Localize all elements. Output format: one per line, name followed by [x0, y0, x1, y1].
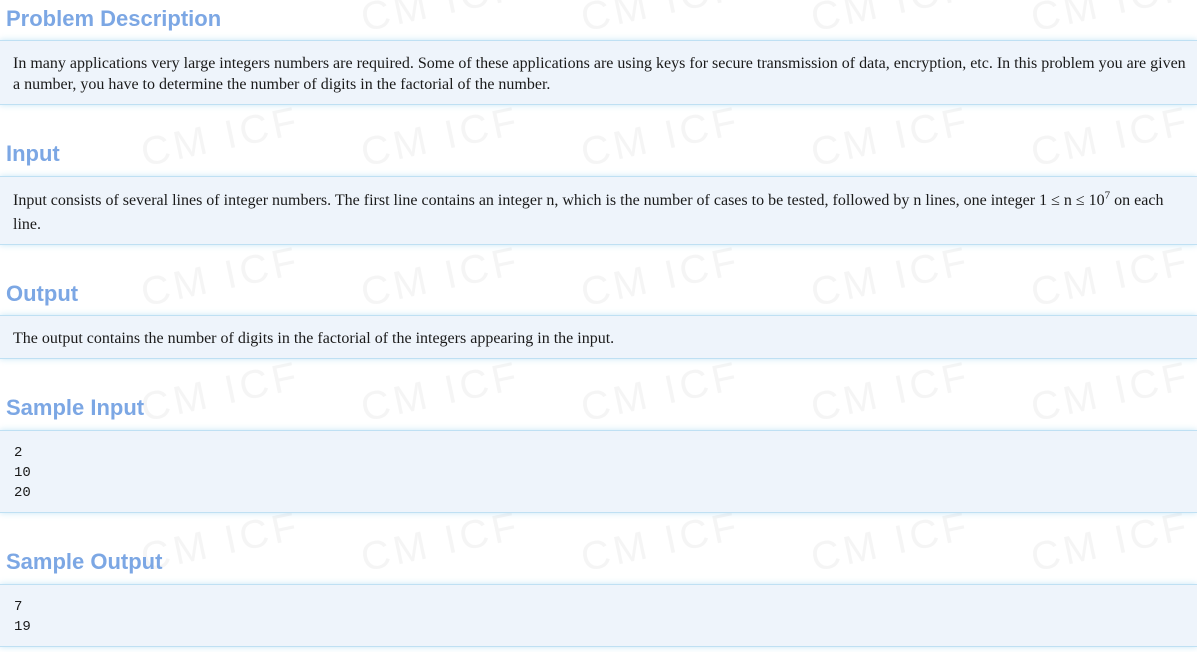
watermark: CM ICF	[1027, 503, 1195, 581]
watermark: CM ICF	[357, 238, 525, 316]
watermark: CM ICF	[137, 238, 305, 316]
input-text: Input consists of several lines of integ…	[13, 189, 1189, 237]
input-text-part1: Input consists of several lines of integ…	[13, 192, 1105, 209]
sample-output-line: 7	[14, 599, 23, 615]
description-panel: In many applications very large integers…	[0, 40, 1197, 105]
sample-output-line: 19	[14, 619, 31, 635]
sample-input-panel: 2 10 20	[0, 430, 1197, 513]
watermark: CM ICF	[577, 353, 745, 431]
watermark: CM ICF	[357, 353, 525, 431]
watermark: CM ICF	[807, 353, 975, 431]
watermark: CM ICF	[807, 0, 975, 41]
sample-input-line: 20	[14, 485, 31, 501]
watermark: CM ICF	[807, 503, 975, 581]
watermark: CM ICF	[807, 98, 975, 176]
watermark: CM ICF	[1027, 0, 1195, 41]
watermark: CM ICF	[357, 503, 525, 581]
watermark: CM ICF	[357, 98, 525, 176]
watermark: CM ICF	[807, 238, 975, 316]
output-panel: The output contains the number of digits…	[0, 315, 1197, 359]
sample-output-panel: 7 19	[0, 584, 1197, 647]
watermark: CM ICF	[1027, 238, 1195, 316]
sample-input-line: 2	[14, 445, 23, 461]
watermark: CM ICF	[137, 353, 305, 431]
description-heading: Problem Description	[6, 6, 222, 31]
watermark: CM ICF	[357, 0, 525, 41]
watermark: CM ICF	[577, 503, 745, 581]
watermark: CM ICF	[137, 98, 305, 176]
watermark: CM ICF	[577, 98, 745, 176]
input-panel: Input consists of several lines of integ…	[0, 176, 1197, 245]
sample-input-heading: Sample Input	[6, 395, 145, 420]
watermark: CM ICF	[577, 238, 745, 316]
sample-output-heading: Sample Output	[6, 549, 163, 574]
input-heading: Input	[6, 141, 60, 166]
watermark: CM ICF	[577, 0, 745, 41]
output-text: The output contains the number of digits…	[13, 330, 615, 347]
output-heading: Output	[6, 281, 79, 306]
description-text: In many applications very large integers…	[13, 55, 1186, 93]
watermark: CM ICF	[1027, 353, 1195, 431]
watermark: CM ICF	[1027, 98, 1195, 176]
sample-input-line: 10	[14, 465, 31, 481]
